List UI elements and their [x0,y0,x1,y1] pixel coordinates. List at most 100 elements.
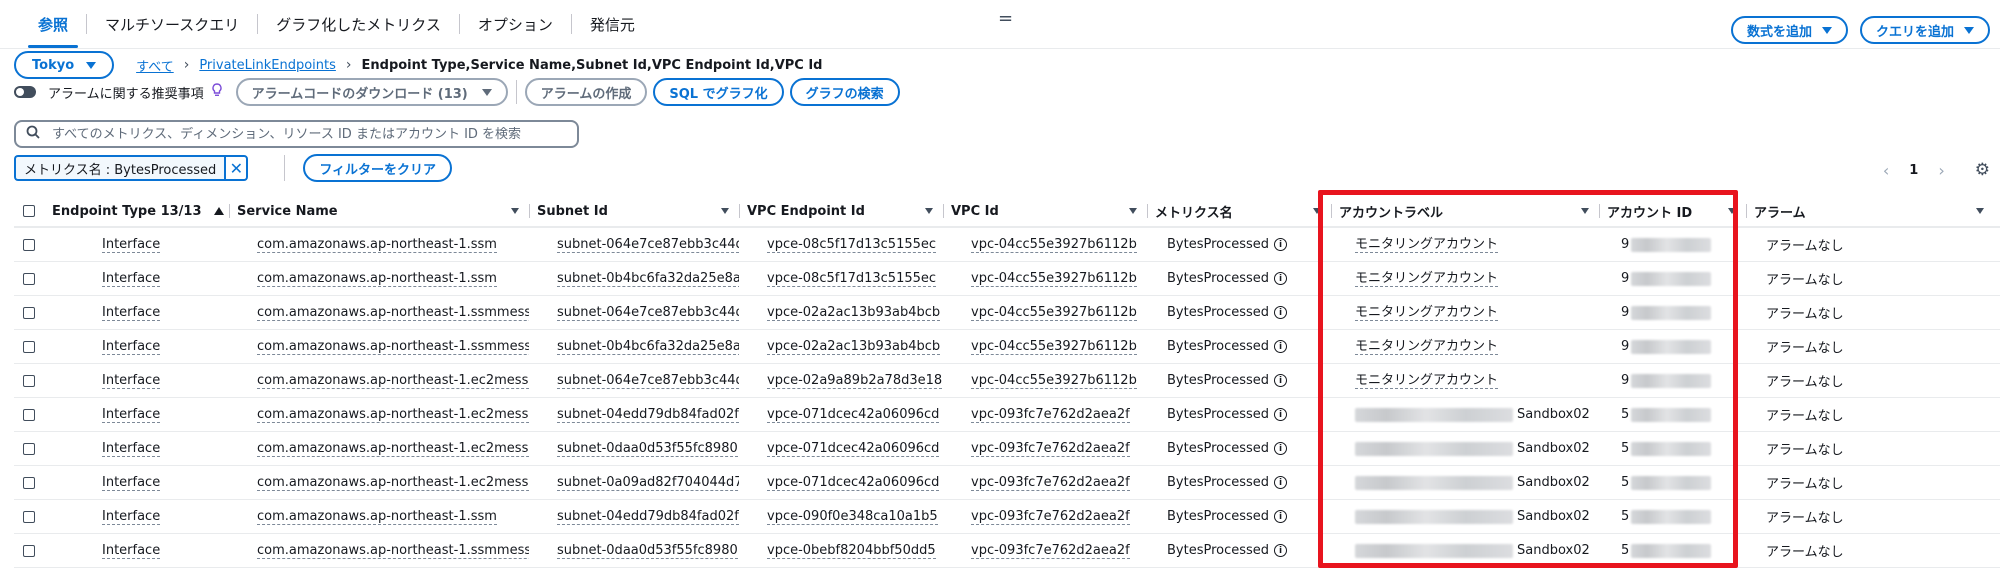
endpoint-type-value[interactable]: Interface [102,339,161,355]
subnet-id-value[interactable]: subnet-04edd79db84fad02f [557,509,739,525]
subnet-id-value[interactable]: subnet-064e7ce87ebb3c44d [557,373,739,389]
info-icon[interactable]: i [1274,238,1288,251]
row-checkbox[interactable] [23,476,35,489]
vpc-id-value[interactable]: vpc-04cc55e3927b6112b [971,237,1137,253]
vpc-id-value[interactable]: vpc-093fc7e762d2aea2f [971,543,1130,559]
subnet-id-value[interactable]: subnet-0daa0d53f55fc8980 [557,441,738,457]
service-name-value[interactable]: com.amazonaws.ap-northeast-1.ssmmessages [257,543,529,559]
service-name-value[interactable]: com.amazonaws.ap-northeast-1.ssmmessages [257,305,529,321]
vpc-endpoint-id-value[interactable]: vpce-02a9a89b2a78d3e18 [767,373,943,389]
vpc-endpoint-id-value[interactable]: vpce-090f0e348ca10a1b5 [767,509,938,525]
vpc-id-value[interactable]: vpc-093fc7e762d2aea2f [971,407,1130,423]
col-metric-name[interactable]: メトリクス名 [1147,196,1331,226]
endpoint-type-value[interactable]: Interface [102,373,161,389]
endpoint-type-value[interactable]: Interface [102,509,161,525]
endpoint-type-value[interactable]: Interface [102,305,161,321]
table-row[interactable]: Interface com.amazonaws.ap-northeast-1.ec… [14,466,2000,500]
tab-browse[interactable]: 参照 [20,0,86,48]
tab-source[interactable]: 発信元 [572,0,653,48]
subnet-id-value[interactable]: subnet-064e7ce87ebb3c44d [557,305,739,321]
vpc-id-value[interactable]: vpc-04cc55e3927b6112b [971,271,1137,287]
vpc-id-value[interactable]: vpc-04cc55e3927b6112b [971,305,1137,321]
add-math-button[interactable]: 数式を追加 [1730,16,1848,44]
info-icon[interactable]: i [1274,544,1288,557]
service-name-value[interactable]: com.amazonaws.ap-northeast-1.ssm [257,271,497,287]
tab-multi-source-query[interactable]: マルチソースクエリ [87,0,257,48]
account-label-text[interactable]: モニタリングアカウント [1355,373,1499,389]
download-alarm-code-button[interactable]: アラームコードのダウンロード (13) [235,78,508,106]
vpc-endpoint-id-value[interactable]: vpce-02a2ac13b93ab4bcb [767,339,941,355]
page-number[interactable]: 1 [1909,163,1918,178]
service-name-value[interactable]: com.amazonaws.ap-northeast-1.ec2messages [257,441,529,457]
subnet-id-value[interactable]: subnet-0a09ad82f704044d7 [557,475,739,491]
account-label-text[interactable]: モニタリングアカウント [1355,305,1499,321]
table-row[interactable]: Interface com.amazonaws.ap-northeast-1.ss… [14,500,2000,534]
vpc-endpoint-id-value[interactable]: vpce-08c5f17d13c5155ec [767,237,937,253]
row-checkbox[interactable] [23,306,35,319]
service-name-value[interactable]: com.amazonaws.ap-northeast-1.ssmmessages [257,339,529,355]
service-name-value[interactable]: com.amazonaws.ap-northeast-1.ssm [257,509,497,525]
info-icon[interactable]: i [1274,442,1288,455]
vpc-endpoint-id-value[interactable]: vpce-071dcec42a06096cd [767,441,940,457]
row-checkbox[interactable] [23,238,35,251]
row-checkbox[interactable] [23,340,35,353]
breadcrumb-namespace[interactable]: PrivateLinkEndpoints [199,58,336,73]
service-name-value[interactable]: com.amazonaws.ap-northeast-1.ec2messages [257,373,529,389]
col-account-label[interactable]: アカウントラベル [1331,196,1599,226]
search-graphs-button[interactable]: グラフの検索 [789,78,900,106]
table-row[interactable]: Interface com.amazonaws.ap-northeast-1.ss… [14,296,2000,330]
vpc-endpoint-id-value[interactable]: vpce-071dcec42a06096cd [767,407,940,423]
select-all-checkbox[interactable] [23,205,35,217]
vpc-endpoint-id-value[interactable]: vpce-02a2ac13b93ab4bcb [767,305,941,321]
breadcrumb-all[interactable]: すべて [136,56,174,75]
info-icon[interactable]: i [1274,510,1288,523]
endpoint-type-value[interactable]: Interface [102,237,161,253]
endpoint-type-value[interactable]: Interface [102,475,161,491]
info-icon[interactable]: i [1274,374,1288,387]
drag-handle-icon[interactable]: = [998,8,1013,29]
col-vpc-id[interactable]: VPC Id [943,196,1147,226]
endpoint-type-value[interactable]: Interface [102,407,161,423]
endpoint-type-value[interactable]: Interface [102,441,161,457]
info-icon[interactable]: i [1274,408,1288,421]
vpc-id-value[interactable]: vpc-093fc7e762d2aea2f [971,509,1130,525]
vpc-endpoint-id-value[interactable]: vpce-0bebf8204bbf50dd5 [767,543,936,559]
alarm-recommendations-toggle[interactable] [14,86,36,98]
tab-graphed-metrics[interactable]: グラフ化したメトリクス [258,0,459,48]
col-subnet-id[interactable]: Subnet Id [529,196,739,226]
region-selector[interactable]: Tokyo [14,51,115,79]
col-vpc-endpoint-id[interactable]: VPC Endpoint Id [739,196,943,226]
table-row[interactable]: Interface com.amazonaws.ap-northeast-1.ec… [14,398,2000,432]
account-label-text[interactable]: モニタリングアカウント [1355,237,1499,253]
subnet-id-value[interactable]: subnet-0b4bc6fa32da25e8a [557,339,739,355]
row-checkbox[interactable] [23,544,35,557]
row-checkbox[interactable] [23,272,35,285]
endpoint-type-value[interactable]: Interface [102,271,161,287]
row-checkbox[interactable] [23,374,35,387]
subnet-id-value[interactable]: subnet-04edd79db84fad02f [557,407,739,423]
info-icon[interactable]: i [1274,272,1288,285]
account-label-text[interactable]: モニタリングアカウント [1355,271,1499,287]
col-account-id[interactable]: アカウント ID [1599,196,1746,226]
vpc-id-value[interactable]: vpc-04cc55e3927b6112b [971,339,1137,355]
account-label-text[interactable]: モニタリングアカウント [1355,339,1499,355]
clear-filters-button[interactable]: フィルターをクリア [303,154,453,182]
vpc-endpoint-id-value[interactable]: vpce-08c5f17d13c5155ec [767,271,937,287]
search-input[interactable] [52,126,552,142]
row-checkbox[interactable] [23,442,35,455]
vpc-endpoint-id-value[interactable]: vpce-071dcec42a06096cd [767,475,940,491]
subnet-id-value[interactable]: subnet-064e7ce87ebb3c44d [557,237,739,253]
vpc-id-value[interactable]: vpc-093fc7e762d2aea2f [971,441,1130,457]
table-row[interactable]: Interface com.amazonaws.ap-northeast-1.ec… [14,364,2000,398]
service-name-value[interactable]: com.amazonaws.ap-northeast-1.ec2messages [257,475,529,491]
col-service-name[interactable]: Service Name [229,196,529,226]
tab-options[interactable]: オプション [460,0,571,48]
vpc-id-value[interactable]: vpc-093fc7e762d2aea2f [971,475,1130,491]
table-row[interactable]: Interface com.amazonaws.ap-northeast-1.ss… [14,262,2000,296]
create-alarm-button[interactable]: アラームの作成 [524,78,648,106]
table-row[interactable]: Interface com.amazonaws.ap-northeast-1.ss… [14,534,2000,568]
service-name-value[interactable]: com.amazonaws.ap-northeast-1.ec2messages [257,407,529,423]
settings-gear-icon[interactable]: ⚙ [1975,160,1990,180]
table-row[interactable]: Interface com.amazonaws.ap-northeast-1.ss… [14,228,2000,262]
chevron-right-icon[interactable]: › [1938,161,1944,180]
